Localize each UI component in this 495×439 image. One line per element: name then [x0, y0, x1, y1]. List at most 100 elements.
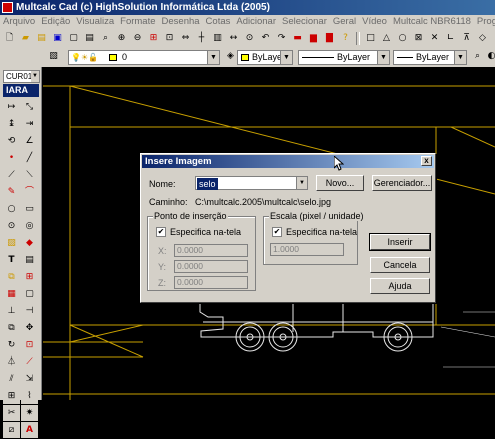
circle-icon[interactable]: ○: [3, 201, 20, 217]
z-field[interactable]: 0.0000: [174, 276, 248, 289]
layer-tool-icon[interactable]: ▬: [290, 30, 305, 46]
point-icon[interactable]: •: [3, 150, 20, 166]
pan-icon[interactable]: ⇔: [178, 30, 193, 46]
chevron-down-icon[interactable]: ▼: [377, 51, 389, 64]
insertion-onscreen-checkbox[interactable]: ✔: [156, 227, 166, 237]
scale-field[interactable]: 1.0000: [270, 243, 344, 256]
table-icon[interactable]: ⊞: [21, 269, 38, 285]
hatch-icon[interactable]: ▨: [3, 235, 20, 251]
save-icon[interactable]: ▣: [50, 30, 65, 46]
novo-button[interactable]: Novo...: [316, 175, 364, 191]
menu-adicionar[interactable]: Adicionar: [233, 15, 279, 29]
inserir-button[interactable]: Inserir: [369, 233, 431, 251]
menu-selecionar[interactable]: Selecionar: [279, 15, 330, 29]
zoom-out-icon[interactable]: ⊖: [130, 30, 145, 46]
chevron-down-icon[interactable]: ▼: [296, 177, 307, 189]
lineweight-select[interactable]: ByLayer ▼: [393, 50, 467, 65]
snap-tangent-icon[interactable]: ◇: [475, 30, 490, 46]
snap-cross-icon[interactable]: ✕: [427, 30, 442, 46]
menu-cotas[interactable]: Cotas: [203, 15, 234, 29]
close-icon[interactable]: x: [421, 156, 432, 166]
image-name-select[interactable]: selo ▼: [195, 176, 308, 190]
ajuda-button[interactable]: Ajuda: [370, 278, 430, 294]
properties-panel-icon[interactable]: ◐: [484, 49, 495, 64]
target-icon[interactable]: ⊙: [242, 30, 257, 46]
snap-intersection-icon[interactable]: ⊠: [411, 30, 426, 46]
menu-programas[interactable]: Programas Auxiliares: [474, 15, 495, 29]
font-icon[interactable]: A: [21, 422, 38, 438]
snap-off-icon[interactable]: ✖: [491, 30, 495, 46]
menu-arquivo[interactable]: Arquivo: [0, 15, 38, 29]
erase-icon[interactable]: ✂: [3, 405, 20, 421]
copy-icon[interactable]: ⧉: [3, 320, 20, 336]
cursor-select[interactable]: CUR01 ▼: [3, 70, 40, 83]
chevron-down-icon[interactable]: ▼: [454, 51, 466, 64]
pencil-icon[interactable]: ✎: [3, 184, 20, 200]
scale-icon[interactable]: ⊡: [21, 337, 38, 353]
print-icon[interactable]: ▤: [82, 30, 97, 46]
wipeout-icon[interactable]: ▢: [21, 286, 38, 302]
menu-geral[interactable]: Geral: [330, 15, 359, 29]
extend-icon[interactable]: ⊣: [21, 303, 38, 319]
zoom-all-icon[interactable]: ⊞: [146, 30, 161, 46]
mtext-icon[interactable]: ▤: [21, 252, 38, 268]
new-file-icon[interactable]: 🗋: [2, 30, 17, 46]
snap-quadrant-icon[interactable]: ⊼: [459, 30, 474, 46]
dimension-aligned-icon[interactable]: ⤡: [21, 99, 38, 115]
insert-block-icon[interactable]: ⧉: [3, 269, 20, 285]
menu-visualiza[interactable]: Visualiza: [73, 15, 117, 29]
zoom-in-icon[interactable]: ⊕: [114, 30, 129, 46]
menu-edicao[interactable]: Edição: [38, 15, 73, 29]
block-icon[interactable]: ▇: [322, 30, 337, 46]
color-select[interactable]: ByLayer ▼: [237, 50, 293, 65]
open-folder-icon[interactable]: ▰: [18, 30, 33, 46]
mirror-icon[interactable]: ⏃: [3, 354, 20, 370]
angle-icon[interactable]: ∠: [21, 133, 38, 149]
scale-onscreen-checkbox[interactable]: ✔: [272, 227, 282, 237]
undo-icon[interactable]: ↶: [258, 30, 273, 46]
zoom-window-icon[interactable]: ⌕: [98, 30, 113, 46]
gradient-icon[interactable]: ◆: [21, 235, 38, 251]
chamfer-icon[interactable]: ⧄: [3, 422, 20, 438]
y-field[interactable]: 0.0000: [174, 260, 248, 273]
text-icon[interactable]: T: [3, 252, 20, 268]
menu-formate[interactable]: Formate: [117, 15, 158, 29]
x-field[interactable]: 0.0000: [174, 244, 248, 257]
dimension-horizontal-icon[interactable]: ↦: [3, 99, 20, 115]
dialog-title-bar[interactable]: Insere Imagem x: [142, 155, 434, 168]
arc-icon[interactable]: ⌒: [21, 184, 38, 200]
trim-icon[interactable]: ⊥: [3, 303, 20, 319]
zoom-extents-icon[interactable]: ⊡: [162, 30, 177, 46]
menu-desenha[interactable]: Desenha: [159, 15, 203, 29]
polyline-icon[interactable]: ⟋: [3, 167, 20, 183]
match-properties-icon[interactable]: ⌕: [470, 49, 485, 64]
menu-nbr6118[interactable]: Multcalc NBR6118: [390, 15, 474, 29]
gerenciador-button[interactable]: Gerenciador...: [372, 175, 432, 191]
break-icon[interactable]: ⌇: [21, 388, 38, 404]
redo-icon[interactable]: ↷: [274, 30, 289, 46]
layers-icon[interactable]: ▧: [46, 49, 61, 64]
cancela-button[interactable]: Cancela: [370, 257, 430, 273]
layer-select[interactable]: 💡☀🔓 0 ▼: [68, 50, 220, 65]
rectangle-icon[interactable]: ▭: [21, 201, 38, 217]
stretch-icon[interactable]: ⇲: [21, 371, 38, 387]
snap-triangle-icon[interactable]: △: [379, 30, 394, 46]
image-icon[interactable]: ▦: [3, 286, 20, 302]
line-icon[interactable]: ╱: [21, 150, 38, 166]
fillet-icon[interactable]: ⟋: [21, 354, 38, 370]
chevron-down-icon[interactable]: ▼: [207, 51, 219, 64]
move-tool-icon[interactable]: ✥: [21, 320, 38, 336]
chevron-down-icon[interactable]: ▼: [280, 51, 292, 64]
dimension-vertical-icon[interactable]: ↨: [3, 116, 20, 132]
bars-icon[interactable]: ▥: [210, 30, 225, 46]
open-file-icon[interactable]: ▤: [34, 30, 49, 46]
snap-center-icon[interactable]: ○: [395, 30, 410, 46]
explode-icon[interactable]: ✷: [21, 405, 38, 421]
dimension-baseline-icon[interactable]: ⇥: [21, 116, 38, 132]
snap-endpoint-icon[interactable]: □: [363, 30, 378, 46]
circle-center-icon[interactable]: ⊙: [3, 218, 20, 234]
print-preview-icon[interactable]: ▢: [66, 30, 81, 46]
linetype-select[interactable]: ByLayer ▼: [298, 50, 390, 65]
ortho-icon[interactable]: ┼: [194, 30, 209, 46]
offset-icon[interactable]: ⫽: [3, 371, 20, 387]
